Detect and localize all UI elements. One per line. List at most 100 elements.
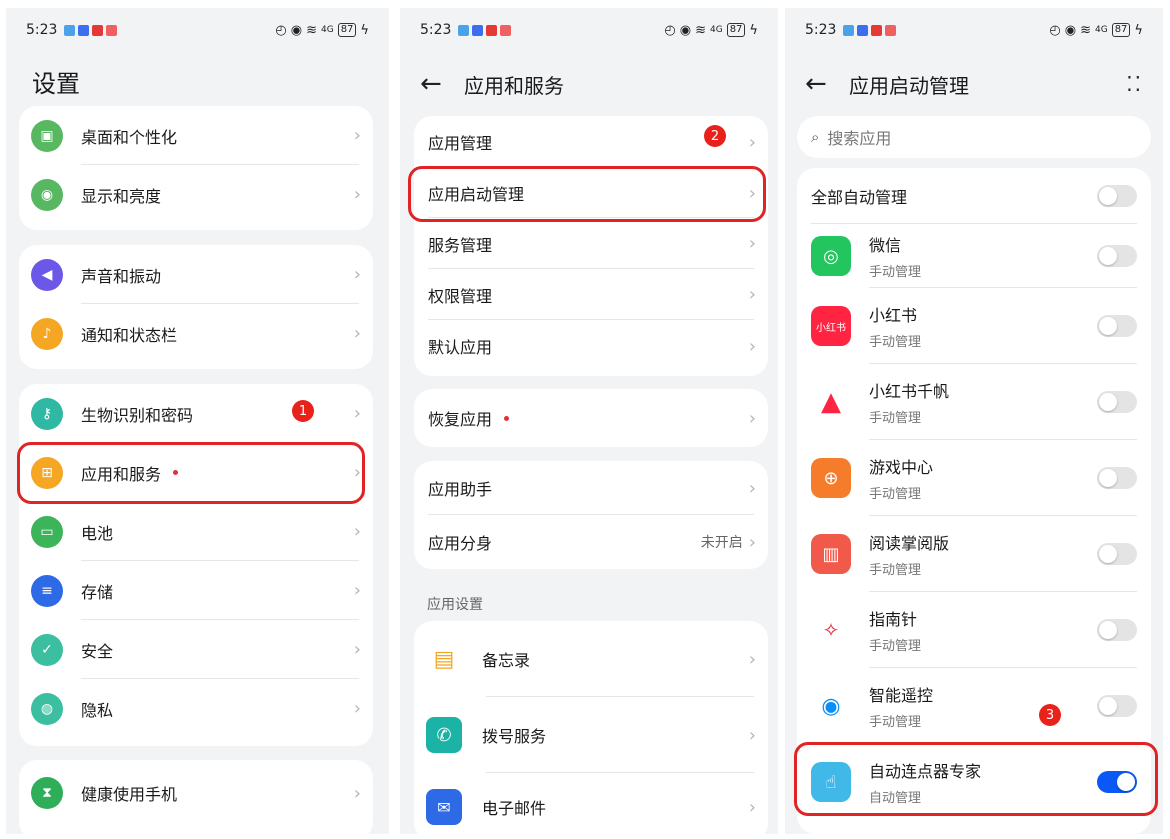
settings-item-display[interactable]: ◉ 显示和亮度 ›	[19, 165, 373, 224]
menu-item-permissions[interactable]: 权限管理 ›	[414, 269, 768, 320]
app-toggle[interactable]	[1097, 695, 1137, 717]
status-bar: 5:23 ◴ ◉ ≋ 4G 87 ϟ	[400, 8, 778, 52]
all-auto-manage-label: 全部自动管理	[811, 188, 908, 207]
wechat-icon: ◎	[811, 236, 851, 276]
apps-group-3: 应用助手 › 应用分身 未开启 ›	[414, 461, 768, 569]
app-name: 小红书	[869, 306, 918, 325]
chevron-right-icon: ›	[748, 182, 756, 204]
app-mode: 手动管理	[869, 639, 922, 654]
settings-item-battery[interactable]: ▭ 电池 ›	[19, 502, 373, 561]
menu-item-dialer[interactable]: ✆ 拨号服务 ›	[414, 697, 768, 773]
settings-group-2: ◀ 声音和振动 › ♪ 通知和状态栏 ›	[19, 245, 373, 369]
chevron-right-icon: ›	[748, 531, 756, 553]
menu-item-restore-apps[interactable]: 恢复应用 ›	[414, 389, 768, 447]
remote-icon: ◉	[811, 686, 851, 726]
chevron-right-icon: ›	[748, 724, 756, 746]
qianfan-icon: ▲	[811, 382, 851, 422]
apps-group-4: ▤ 备忘录 › ✆ 拨号服务 › ✉ 电子邮件 ›	[414, 621, 768, 834]
notification-icon	[106, 24, 118, 36]
settings-item-notifications[interactable]: ♪ 通知和状态栏 ›	[19, 304, 373, 363]
step-badge: 2	[704, 125, 726, 147]
app-toggle[interactable]	[1097, 391, 1137, 413]
menu-item-app-assistant[interactable]: 应用助手 ›	[414, 461, 768, 515]
settings-item-apps-services[interactable]: ⊞ 应用和服务 ›	[19, 443, 373, 502]
status-time: 5:23	[420, 22, 452, 38]
nfc-icon: ◴	[1049, 22, 1061, 38]
menu-item-app-launch[interactable]: 应用启动管理 ›	[414, 168, 768, 218]
status-bar: 5:23 ◴ ◉ ≋ 4G 87 ϟ	[785, 8, 1163, 52]
chevron-right-icon: ›	[353, 403, 361, 424]
signal-icon: 4G	[320, 25, 334, 35]
app-mode: 手动管理	[869, 265, 922, 280]
settings-item-storage[interactable]: ≡ 存储 ›	[19, 561, 373, 620]
notification-icon	[78, 24, 90, 36]
app-name: 智能遥控	[869, 686, 934, 705]
app-toggle[interactable]	[1097, 315, 1137, 337]
app-toggle[interactable]	[1097, 245, 1137, 267]
wallpaper-icon: ▣	[31, 119, 63, 152]
back-arrow-icon[interactable]: ←	[805, 69, 841, 99]
phone-icon: ✆	[426, 717, 462, 753]
battery-icon: 87	[337, 23, 357, 37]
app-mode: 手动管理	[869, 335, 922, 350]
chevron-right-icon: ›	[748, 648, 756, 670]
search-placeholder: 搜索应用	[827, 129, 892, 148]
notification-icon	[92, 24, 104, 36]
chevron-right-icon: ›	[353, 580, 361, 601]
auto-clicker-icon: ☝	[811, 762, 851, 802]
app-toggle[interactable]	[1097, 619, 1137, 641]
menu-item-label: 应用分身	[428, 534, 493, 553]
app-mode: 手动管理	[869, 411, 922, 426]
chevron-right-icon: ›	[748, 477, 756, 499]
app-row-xiaohongshu-qianfan: ▲ 小红书千帆 手动管理	[797, 364, 1151, 440]
settings-item-sound[interactable]: ◀ 声音和振动 ›	[19, 245, 373, 304]
app-toggle[interactable]	[1097, 467, 1137, 489]
menu-item-email[interactable]: ✉ 电子邮件 ›	[414, 773, 768, 834]
new-dot	[173, 470, 179, 475]
all-auto-manage-toggle[interactable]	[1097, 185, 1137, 207]
app-row-wechat: ◎ 微信 手动管理	[797, 224, 1151, 288]
settings-item-digital-balance[interactable]: ⧗ 健康使用手机 ›	[19, 760, 373, 826]
settings-item-desktop[interactable]: ▣ 桌面和个性化 ›	[19, 106, 373, 165]
menu-item-service-management[interactable]: 服务管理 ›	[414, 218, 768, 269]
xiaohongshu-icon: 小红书	[811, 306, 851, 346]
chevron-right-icon: ›	[353, 521, 361, 542]
settings-item-label: 通知和状态栏	[81, 325, 178, 345]
page-title: 应用和服务	[464, 73, 564, 98]
chevron-right-icon: ›	[353, 698, 361, 719]
apps-group-2: 恢复应用 ›	[414, 389, 768, 447]
notification-icon	[857, 24, 869, 36]
search-input[interactable]: ⌕ 搜索应用	[797, 116, 1151, 158]
notification-icon	[843, 24, 855, 36]
settings-item-privacy[interactable]: ◍ 隐私 ›	[19, 679, 373, 738]
app-toggle[interactable]	[1097, 771, 1137, 793]
eye-icon: ◉	[679, 22, 692, 38]
apps-services-screen: 5:23 ◴ ◉ ≋ 4G 87 ϟ ← 应用和服务 应用管理 › 应用启动管理…	[400, 8, 778, 834]
notification-icon	[486, 24, 498, 36]
settings-group-1: ▣ 桌面和个性化 › ◉ 显示和亮度 ›	[19, 106, 373, 230]
back-arrow-icon[interactable]: ←	[420, 69, 456, 99]
app-toggle[interactable]	[1097, 543, 1137, 565]
notification-icon	[500, 24, 512, 36]
apps-group-1: 应用管理 › 应用启动管理 › 服务管理 › 权限管理 › 默认应用 ›	[414, 116, 768, 376]
chevron-right-icon: ›	[353, 184, 361, 205]
gamepad-icon: ⊕	[811, 458, 851, 498]
new-dot	[504, 415, 510, 421]
settings-group-3: ⚷ 生物识别和密码 › ⊞ 应用和服务 › ▭ 电池 › ≡ 存储 › ✓ 安全…	[19, 384, 373, 746]
app-row-compass: ✧ 指南针 手动管理	[797, 592, 1151, 668]
more-icon[interactable]: ⁚⁚	[1126, 72, 1143, 96]
eye-icon: ◉	[290, 22, 303, 38]
settings-group-4: ⧗ 健康使用手机 ›	[19, 760, 373, 834]
menu-item-notes[interactable]: ▤ 备忘录 ›	[414, 621, 768, 697]
app-name: 指南针	[869, 610, 918, 629]
charging-icon: ϟ	[360, 22, 369, 38]
page-title: 设置	[32, 70, 80, 98]
menu-item-app-clone[interactable]: 应用分身 未开启 ›	[414, 515, 768, 569]
wifi-icon: ≋	[1080, 22, 1091, 38]
settings-item-security[interactable]: ✓ 安全 ›	[19, 620, 373, 679]
app-name: 自动连点器专家	[869, 762, 982, 781]
menu-item-default-apps[interactable]: 默认应用 ›	[414, 320, 768, 372]
app-name: 小红书千帆	[869, 382, 950, 401]
notification-icon	[458, 24, 470, 36]
settings-item-biometrics[interactable]: ⚷ 生物识别和密码 ›	[19, 384, 373, 443]
